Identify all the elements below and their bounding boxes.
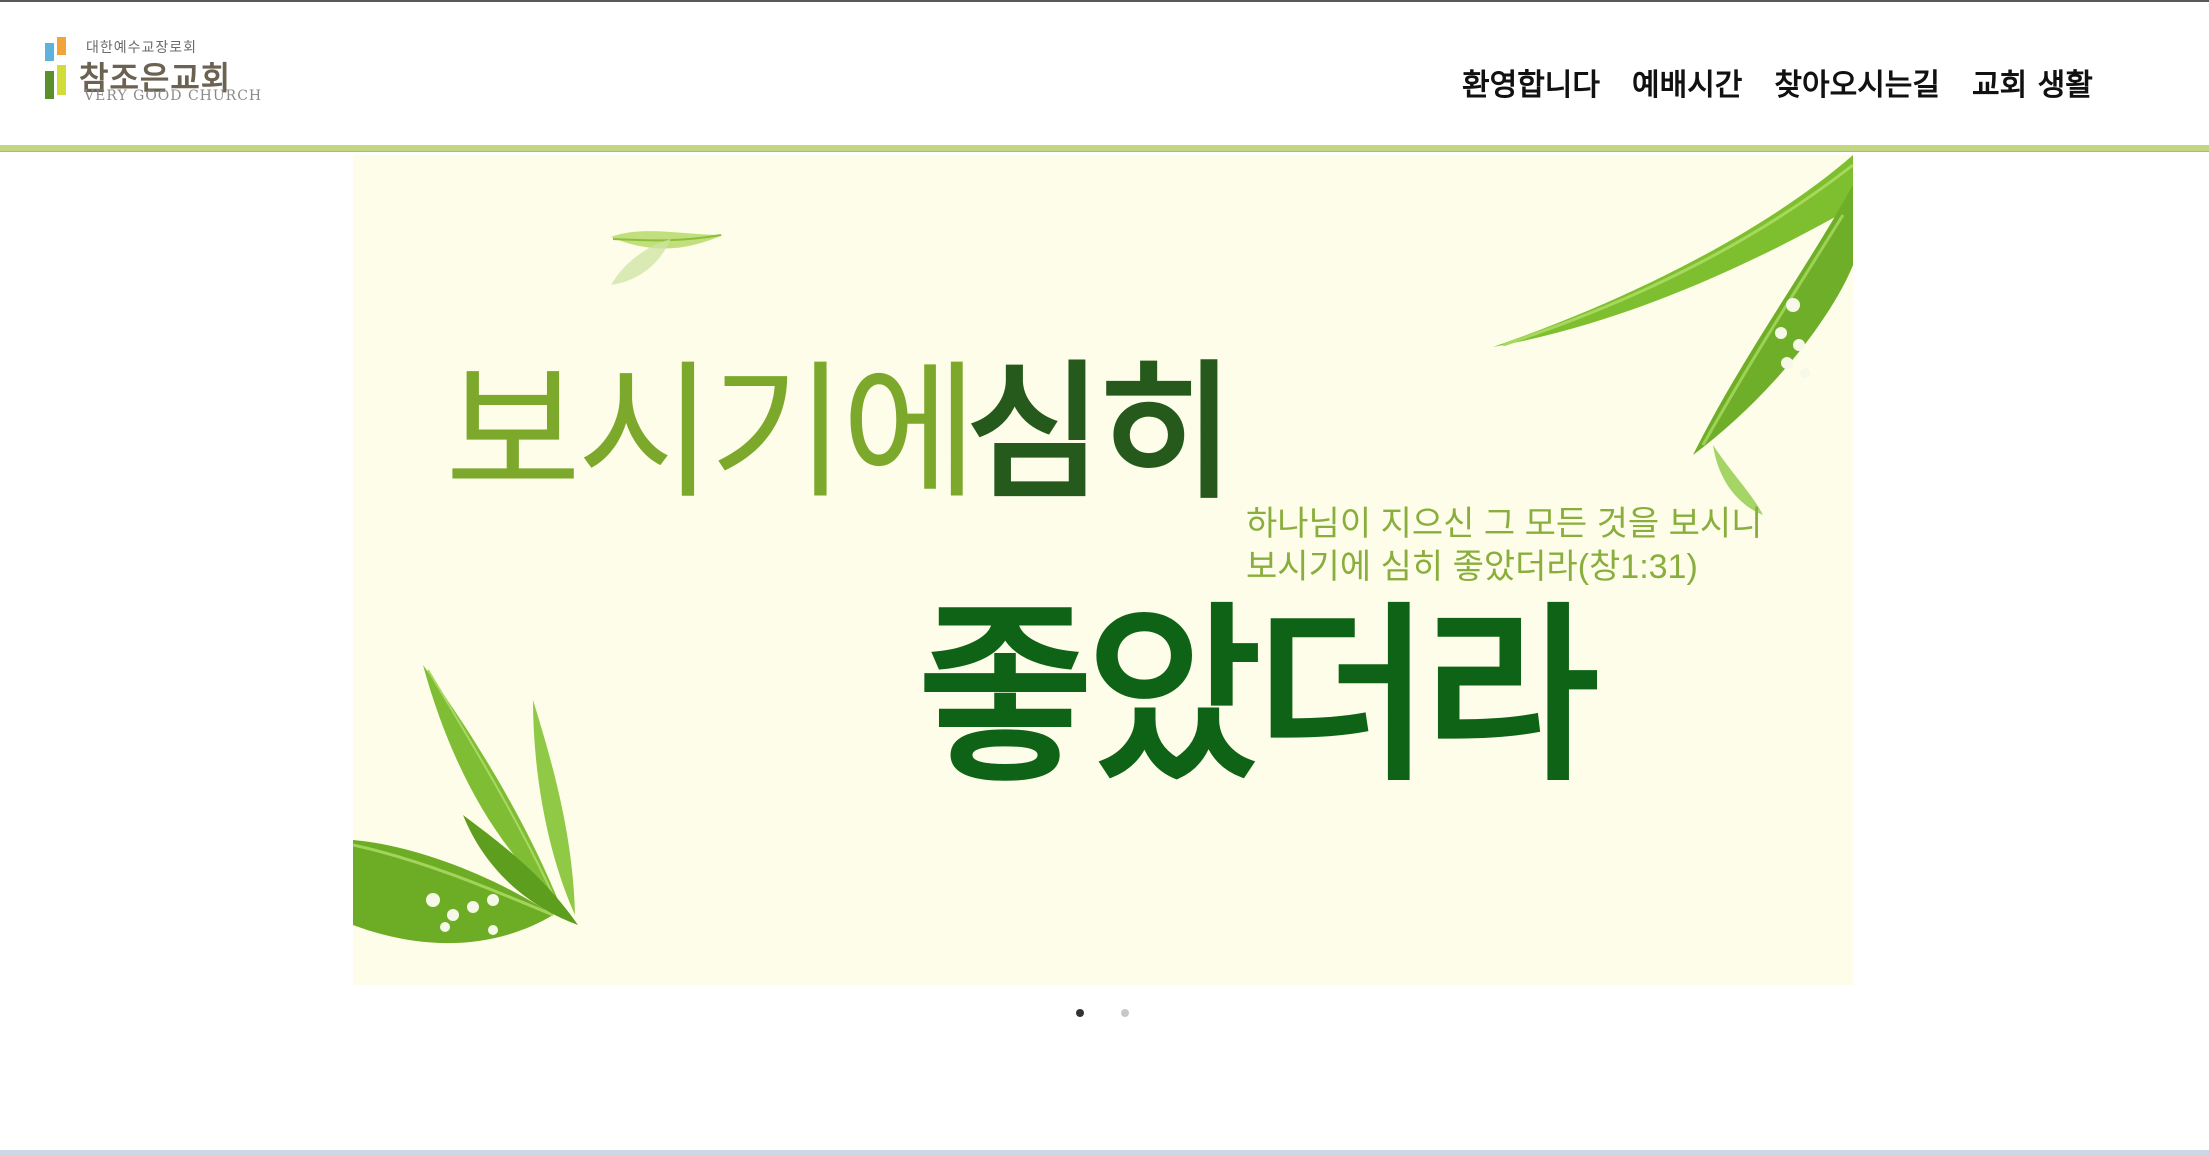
nav-item-welcome[interactable]: 환영합니다 bbox=[1462, 60, 1600, 104]
hero-verse-line: 하나님이 지으신 그 모든 것을 보시니 bbox=[1246, 505, 1763, 543]
carousel-indicators bbox=[1076, 1009, 1129, 1017]
nav-item-directions[interactable]: 찾아오시는길 bbox=[1774, 60, 1940, 104]
nav-item-worship-times[interactable]: 예배시간 bbox=[1632, 60, 1742, 104]
nav-item-church-life[interactable]: 교회 생활 bbox=[1972, 60, 2093, 104]
main-nav: 환영합니다 예배시간 찾아오시는길 교회 생활 bbox=[1462, 60, 2093, 104]
logo-english-name: VERY GOOD CHURCH bbox=[84, 88, 263, 104]
hero-banner-slide[interactable]: 보시기에 심히 하나님이 지으신 그 모든 것을 보시니 보시기에 심히 좋았더… bbox=[353, 155, 1853, 985]
hero-verse: 하나님이 지으신 그 모든 것을 보시니 보시기에 심히 좋았더라(창1:31) bbox=[1246, 503, 1762, 589]
church-logo-icon bbox=[45, 37, 66, 99]
header-divider bbox=[0, 145, 2209, 152]
carousel-dot-2[interactable] bbox=[1121, 1009, 1129, 1017]
hero-headline-light: 보시기에 bbox=[445, 351, 978, 516]
site-header: 대한예수교장로회 참조은교회 VERY GOOD CHURCH 환영합니다 예배… bbox=[0, 2, 2209, 145]
hero-headline-big: 좋았더라 bbox=[918, 586, 1599, 807]
hero-verse-line: 보시기에 심히 좋았더라(창1:31) bbox=[1246, 548, 1698, 586]
window-bottom-edge bbox=[0, 1150, 2209, 1156]
site-logo[interactable]: 대한예수교장로회 참조은교회 VERY GOOD CHURCH bbox=[42, 35, 261, 107]
hero-headline-dark: 심히 bbox=[966, 351, 1234, 516]
carousel-dot-1[interactable] bbox=[1076, 1009, 1084, 1017]
